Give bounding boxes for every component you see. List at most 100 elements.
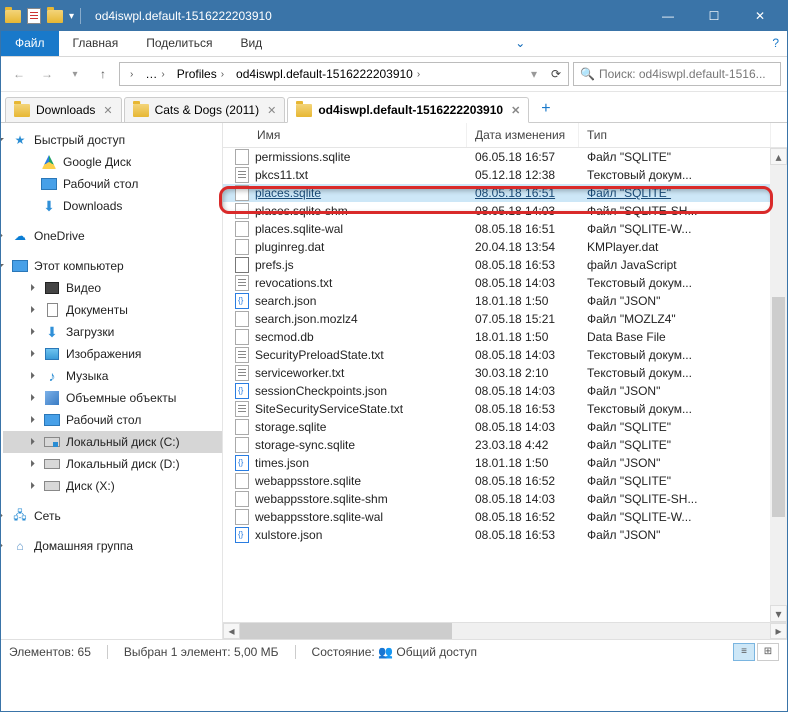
tree-network[interactable]: ⏵🖧Сеть: [3, 505, 222, 527]
qat-chevron-icon[interactable]: ▾: [69, 11, 74, 22]
file-row[interactable]: storage.sqlite08.05.18 14:03Файл "SQLITE…: [223, 418, 787, 436]
vertical-scrollbar[interactable]: ▴▾: [770, 148, 787, 622]
file-type: Data Base File: [579, 330, 787, 344]
share-icon: 👥: [378, 645, 393, 659]
file-row[interactable]: xulstore.json08.05.18 16:53Файл "JSON": [223, 526, 787, 544]
navigation-row: ← → ▾ ↑ › …› Profiles› od4iswpl.default-…: [1, 57, 787, 92]
file-row[interactable]: webappsstore.sqlite08.05.18 16:52Файл "S…: [223, 472, 787, 490]
minimize-button[interactable]: —: [645, 1, 691, 31]
tree-google-drive[interactable]: Google Диск: [3, 151, 222, 173]
file-row[interactable]: SecurityPreloadState.txt08.05.18 14:03Те…: [223, 346, 787, 364]
file-row[interactable]: sessionCheckpoints.json08.05.18 14:03Фай…: [223, 382, 787, 400]
tree-onedrive[interactable]: ⏵☁OneDrive: [3, 225, 222, 247]
file-date: 08.05.18 14:03: [467, 348, 579, 362]
file-name: times.json: [255, 456, 309, 470]
ribbon-expand-icon[interactable]: ⌄: [507, 31, 533, 56]
close-button[interactable]: ✕: [737, 1, 783, 31]
file-date: 08.05.18 16:51: [467, 186, 579, 200]
tree-video[interactable]: ⏵Видео: [3, 277, 222, 299]
file-row[interactable]: permissions.sqlite06.05.18 16:57Файл "SQ…: [223, 148, 787, 166]
file-row[interactable]: webappsstore.sqlite-wal08.05.18 16:52Фай…: [223, 508, 787, 526]
column-type[interactable]: Тип: [579, 123, 771, 147]
forward-button[interactable]: →: [35, 62, 59, 86]
recent-locations-button[interactable]: ▾: [63, 62, 87, 86]
tree-downloads[interactable]: Downloads: [3, 195, 222, 217]
ribbon-tab-share[interactable]: Поделиться: [132, 31, 226, 56]
file-name: storage-sync.sqlite: [255, 438, 355, 452]
close-tab-icon[interactable]: ✕: [103, 104, 112, 117]
tree-this-pc[interactable]: ⏷Этот компьютер: [3, 255, 222, 277]
tree-quick-access[interactable]: ⏷★Быстрый доступ: [3, 129, 222, 151]
tab-profile[interactable]: od4iswpl.default-1516222203910 ✕: [287, 97, 529, 123]
file-row[interactable]: search.json18.01.18 1:50Файл "JSON": [223, 292, 787, 310]
file-row[interactable]: prefs.js08.05.18 16:53файл JavaScript: [223, 256, 787, 274]
tab-cats-dogs[interactable]: Cats & Dogs (2011) ✕: [124, 97, 286, 122]
file-icon: [235, 437, 249, 453]
file-row[interactable]: pkcs11.txt05.12.18 12:38Текстовый докум.…: [223, 166, 787, 184]
file-row[interactable]: places.sqlite-shm08.05.18 14:03Файл "SQL…: [223, 202, 787, 220]
tab-downloads[interactable]: Downloads ✕: [5, 97, 122, 122]
close-tab-icon[interactable]: ✕: [267, 104, 276, 117]
file-date: 30.03.18 2:10: [467, 366, 579, 380]
file-row[interactable]: places.sqlite-wal08.05.18 16:51Файл "SQL…: [223, 220, 787, 238]
breadcrumb-segment[interactable]: od4iswpl.default-1516222203910›: [230, 67, 426, 81]
column-date[interactable]: Дата изменения: [467, 123, 579, 147]
refresh-icon[interactable]: ⟳: [544, 62, 568, 86]
maximize-button[interactable]: ☐: [691, 1, 737, 31]
file-row[interactable]: SiteSecurityServiceState.txt08.05.18 16:…: [223, 400, 787, 418]
file-row[interactable]: secmod.db18.01.18 1:50Data Base File: [223, 328, 787, 346]
file-row[interactable]: serviceworker.txt30.03.18 2:10Текстовый …: [223, 364, 787, 382]
tree-music[interactable]: ⏵♪Музыка: [3, 365, 222, 387]
file-name: webappsstore.sqlite-shm: [255, 492, 388, 506]
file-row[interactable]: times.json18.01.18 1:50Файл "JSON": [223, 454, 787, 472]
tree-drive-c[interactable]: ⏵Локальный диск (C:): [3, 431, 222, 453]
close-tab-icon[interactable]: ✕: [511, 104, 520, 117]
ribbon-tab-view[interactable]: Вид: [226, 31, 276, 56]
file-type: Файл "SQLITE": [579, 438, 787, 452]
tree-pictures[interactable]: ⏵Изображения: [3, 343, 222, 365]
file-row[interactable]: webappsstore.sqlite-shm08.05.18 14:03Фай…: [223, 490, 787, 508]
file-row[interactable]: search.json.mozlz407.05.18 15:21Файл "MO…: [223, 310, 787, 328]
file-icon: [235, 203, 249, 219]
tree-downloads2[interactable]: ⏵Загрузки: [3, 321, 222, 343]
file-row[interactable]: pluginreg.dat20.04.18 13:54KMPlayer.dat: [223, 238, 787, 256]
file-name: SecurityPreloadState.txt: [255, 348, 384, 362]
file-icon: [235, 275, 249, 291]
back-button[interactable]: ←: [7, 62, 31, 86]
tree-drive-x[interactable]: ⏵Диск (X:): [3, 475, 222, 497]
file-list[interactable]: permissions.sqlite06.05.18 16:57Файл "SQ…: [223, 148, 787, 622]
file-type: Файл "MOZLZ4": [579, 312, 787, 326]
tree-drive-d[interactable]: ⏵Локальный диск (D:): [3, 453, 222, 475]
file-row[interactable]: places.sqlite08.05.18 16:51Файл "SQLITE": [223, 184, 787, 202]
breadcrumb-segment[interactable]: Profiles›: [171, 67, 230, 81]
column-name[interactable]: Имя: [223, 123, 467, 147]
search-input[interactable]: 🔍 Поиск: od4iswpl.default-1516...: [573, 62, 781, 86]
address-bar[interactable]: › …› Profiles› od4iswpl.default-15162222…: [119, 62, 569, 86]
navigation-tree[interactable]: ⏷★Быстрый доступ Google Диск Рабочий сто…: [1, 123, 223, 639]
file-icon: [235, 401, 249, 417]
ribbon-tab-file[interactable]: Файл: [1, 31, 59, 56]
file-type: Текстовый докум...: [579, 168, 787, 182]
tree-3d-objects[interactable]: ⏵Объемные объекты: [3, 387, 222, 409]
history-chevron-icon[interactable]: ▾: [524, 62, 544, 86]
up-button[interactable]: ↑: [91, 62, 115, 86]
icons-view-button[interactable]: ⊞: [757, 643, 779, 661]
file-date: 18.01.18 1:50: [467, 294, 579, 308]
details-view-button[interactable]: ≡: [733, 643, 755, 661]
state-label: Состояние: 👥 Общий доступ: [312, 645, 477, 659]
tree-homegroup[interactable]: ⏵⌂Домашняя группа: [3, 535, 222, 557]
ribbon-tab-home[interactable]: Главная: [59, 31, 133, 56]
file-row[interactable]: storage-sync.sqlite23.03.18 4:42Файл "SQ…: [223, 436, 787, 454]
tree-desktop2[interactable]: ⏵Рабочий стол: [3, 409, 222, 431]
file-type: Файл "JSON": [579, 294, 787, 308]
folder-tabs: Downloads ✕ Cats & Dogs (2011) ✕ od4iswp…: [1, 92, 787, 123]
horizontal-scrollbar[interactable]: ◂▸: [223, 622, 787, 639]
new-tab-button[interactable]: +: [531, 96, 560, 122]
breadcrumb-segment[interactable]: …›: [139, 67, 170, 81]
help-icon[interactable]: ?: [764, 31, 787, 56]
tree-desktop[interactable]: Рабочий стол: [3, 173, 222, 195]
file-list-area: Имя Дата изменения Тип permissions.sqlit…: [223, 123, 787, 639]
file-icon: [235, 455, 249, 471]
tree-documents[interactable]: ⏵Документы: [3, 299, 222, 321]
file-row[interactable]: revocations.txt08.05.18 14:03Текстовый д…: [223, 274, 787, 292]
